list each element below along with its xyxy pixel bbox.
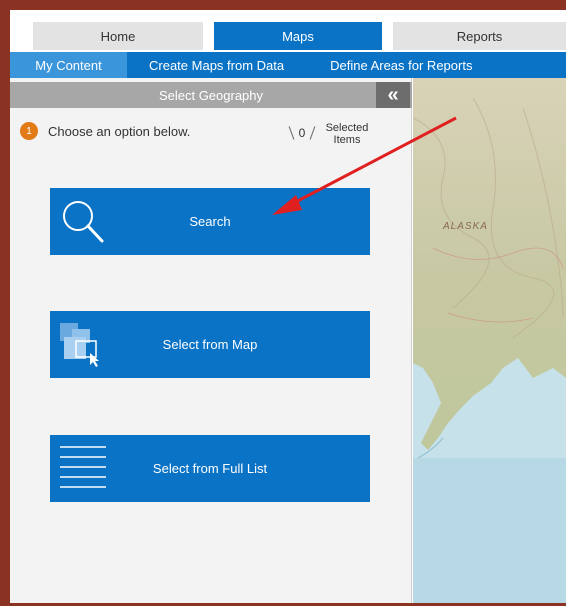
instruction-text: Choose an option below. [48, 124, 191, 139]
search-button-label: Search [189, 214, 231, 229]
collapse-panel-button[interactable]: « [376, 82, 410, 108]
tab-home[interactable]: Home [33, 22, 203, 50]
selected-items-label: Selected Items [325, 122, 369, 146]
select-from-full-list-label: Select from Full List [152, 461, 268, 476]
step-badge: 1 [20, 122, 38, 140]
double-chevron-left-icon: « [387, 83, 399, 106]
subtab-create-maps[interactable]: Create Maps from Data [149, 52, 284, 78]
tab-maps[interactable]: Maps [214, 22, 382, 50]
search-icon [50, 188, 130, 255]
select-from-full-list-button[interactable]: Select from Full List [50, 435, 370, 502]
map-select-icon [50, 311, 130, 378]
select-from-map-label: Select from Map [162, 337, 258, 352]
panel-header: Select Geography « [10, 82, 412, 108]
list-icon [50, 435, 130, 502]
subtab-define-areas[interactable]: Define Areas for Reports [330, 52, 472, 78]
map-region-label: ALASKA [443, 221, 488, 232]
tab-reports[interactable]: Reports [393, 22, 566, 50]
subtab-my-content[interactable]: My Content [10, 52, 127, 78]
map-view[interactable]: ALASKA [413, 78, 566, 603]
selected-count-badge: 0 [288, 124, 316, 142]
top-tab-bar: Home Maps Reports [10, 10, 566, 50]
select-from-map-button[interactable]: Select from Map [50, 311, 370, 378]
terrain-map [413, 78, 566, 603]
panel-title: Select Geography [158, 87, 264, 103]
select-geography-panel: Select Geography « 1 Choose an option be… [10, 78, 412, 603]
search-button[interactable]: Search [50, 188, 370, 255]
sub-navigation: My Content Create Maps from Data Define … [10, 52, 566, 78]
